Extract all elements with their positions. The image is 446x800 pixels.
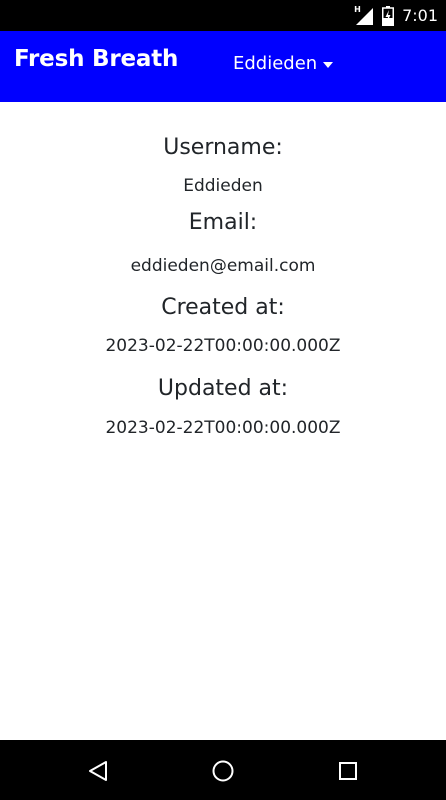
email-value: eddieden@email.com xyxy=(130,256,316,276)
phone-screen: H 7:01 Fresh Breath Eddieden Username: E… xyxy=(0,0,446,800)
home-icon xyxy=(212,760,234,782)
created-at-label: Created at: xyxy=(161,295,285,320)
created-at-value: 2023-02-22T00:00:00.000Z xyxy=(105,336,341,356)
navigation-bar xyxy=(0,740,446,800)
username-label: Username: xyxy=(163,135,283,160)
battery-charging-icon xyxy=(382,5,395,26)
signal-icon: H xyxy=(354,4,374,26)
app-bar: Fresh Breath Eddieden xyxy=(0,31,446,102)
recents-button[interactable] xyxy=(335,758,361,784)
caret-down-icon xyxy=(323,61,334,68)
updated-at-label: Updated at: xyxy=(157,376,289,401)
updated-at-value: 2023-02-22T00:00:00.000Z xyxy=(105,418,341,438)
recents-icon xyxy=(339,762,357,780)
status-icons: H 7:01 xyxy=(354,0,438,31)
user-menu-dropdown[interactable]: Eddieden xyxy=(233,53,334,74)
status-time: 7:01 xyxy=(402,6,438,25)
username-value: Eddieden xyxy=(183,176,263,196)
email-label: Email: xyxy=(188,210,258,235)
brand-title[interactable]: Fresh Breath xyxy=(14,46,178,72)
back-button[interactable] xyxy=(85,758,111,784)
profile-details: Username: Eddieden Email: eddieden@email… xyxy=(0,102,446,439)
back-icon xyxy=(89,761,107,781)
status-bar: H 7:01 xyxy=(0,0,446,31)
home-button[interactable] xyxy=(210,758,236,784)
network-type-indicator: H xyxy=(354,4,361,14)
user-menu-label: Eddieden xyxy=(233,53,318,74)
